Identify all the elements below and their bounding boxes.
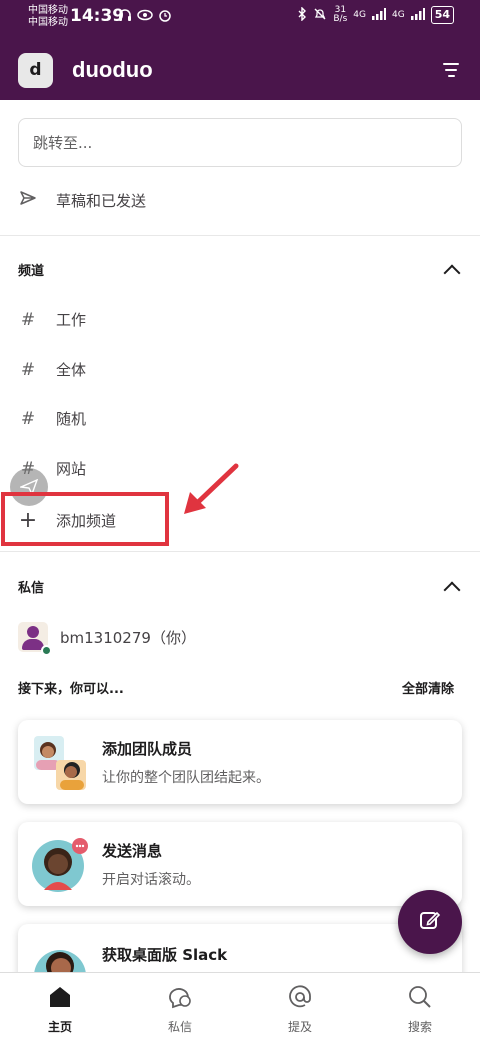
dm-user-name: bm1310279（你） xyxy=(60,628,196,647)
alarm-icon xyxy=(158,8,172,26)
search-input[interactable]: 跳转至... xyxy=(18,118,462,167)
drafts-and-sent[interactable]: 草稿和已发送 xyxy=(18,190,146,211)
channel-item-work[interactable]: # 工作 xyxy=(18,309,86,330)
next-steps-title: 接下来，你可以... xyxy=(18,682,124,697)
card-desc: 让你的整个团队团结起来。 xyxy=(102,769,270,786)
compose-button[interactable] xyxy=(398,890,462,954)
headphones-icon xyxy=(118,8,132,26)
highlight-box xyxy=(1,492,169,546)
filter-icon[interactable] xyxy=(442,63,460,77)
signal-2: 4G xyxy=(391,9,405,20)
battery-icon: 54 xyxy=(430,6,454,24)
tab-dms[interactable]: 私信 xyxy=(120,973,240,1040)
at-sign-icon xyxy=(287,985,313,1012)
chevron-up-icon[interactable] xyxy=(443,264,461,281)
chevron-up-icon[interactable] xyxy=(443,581,461,598)
channel-item-all[interactable]: # 全体 xyxy=(18,359,86,380)
tab-home[interactable]: 主页 xyxy=(0,973,120,1040)
send-icon xyxy=(18,190,38,211)
clock: 14:39 xyxy=(70,6,125,26)
compose-icon xyxy=(418,908,442,936)
card-send-message[interactable]: 发送消息 开启对话滚动。 xyxy=(18,822,462,906)
card-title: 添加团队成员 xyxy=(102,739,193,758)
channel-label: 全体 xyxy=(56,361,87,379)
card-add-team-members[interactable]: 添加团队成员 让你的整个团队团结起来。 xyxy=(18,720,462,804)
eye-icon xyxy=(137,8,153,26)
presence-dot xyxy=(41,645,52,656)
status-bar: 中国移动 中国移动 14:39 31 B/s 4G 4G 54 xyxy=(0,0,480,36)
arrow-annotation xyxy=(184,463,239,514)
workspace-avatar[interactable]: d xyxy=(18,52,53,88)
send-message-illustration xyxy=(30,834,90,894)
channel-label: 网站 xyxy=(56,460,87,478)
top-bar: 中国移动 中国移动 14:39 31 B/s 4G 4G 54 d duoduo xyxy=(0,0,480,100)
card-title: 发送消息 xyxy=(102,841,163,860)
avatar xyxy=(18,622,52,656)
card-desc: 开启对话滚动。 xyxy=(102,871,200,888)
signal-bars-icon xyxy=(371,7,386,23)
signal-1: 4G xyxy=(353,9,366,20)
tab-home-label: 主页 xyxy=(47,1020,72,1034)
messages-icon xyxy=(167,985,193,1012)
net-speed-unit: B/s xyxy=(333,14,348,24)
divider xyxy=(0,551,480,552)
dm-item-self[interactable]: bm1310279（你） xyxy=(18,622,196,656)
channels-title: 频道 xyxy=(18,264,45,279)
search-placeholder: 跳转至... xyxy=(33,134,93,152)
search-icon xyxy=(407,985,433,1012)
hash-icon: # xyxy=(20,359,36,380)
divider xyxy=(0,235,480,236)
hash-icon: # xyxy=(20,309,36,330)
channel-item-random[interactable]: # 随机 xyxy=(18,408,86,429)
tab-mentions[interactable]: 提及 xyxy=(240,973,360,1040)
team-members-illustration xyxy=(30,732,90,792)
clear-all-button[interactable]: 全部清除 xyxy=(402,678,454,697)
dms-header[interactable]: 私信 xyxy=(18,577,461,598)
bottom-nav: 主页 私信 提及 搜索 xyxy=(0,972,480,1040)
channel-label: 工作 xyxy=(56,311,87,329)
signal-bars-icon xyxy=(410,7,425,23)
tab-dms-label: 私信 xyxy=(167,1020,192,1034)
status-icons-left xyxy=(118,8,172,26)
tab-mentions-label: 提及 xyxy=(287,1020,312,1034)
hash-icon: # xyxy=(20,408,36,429)
mute-icon xyxy=(313,7,327,24)
tab-search-label: 搜索 xyxy=(407,1020,432,1034)
dms-title: 私信 xyxy=(18,581,45,596)
card-title: 获取桌面版 Slack xyxy=(102,946,228,964)
drafts-label: 草稿和已发送 xyxy=(56,192,147,210)
channel-label: 随机 xyxy=(56,410,87,428)
carrier-info: 中国移动 中国移动 xyxy=(28,5,68,29)
bluetooth-icon xyxy=(297,5,307,24)
next-steps-header: 接下来，你可以... 全部清除 xyxy=(18,678,454,697)
tab-search[interactable]: 搜索 xyxy=(360,973,480,1040)
home-icon xyxy=(47,985,73,1012)
workspace-header: d duoduo xyxy=(18,52,460,88)
carrier-1: 中国移动 xyxy=(28,5,68,16)
carrier-2: 中国移动 xyxy=(28,17,68,28)
channels-header[interactable]: 频道 xyxy=(18,260,461,281)
workspace-name[interactable]: duoduo xyxy=(72,57,153,83)
net-speed: 31 B/s xyxy=(333,6,347,24)
status-icons-right: 31 B/s 4G 4G 54 xyxy=(297,6,454,24)
